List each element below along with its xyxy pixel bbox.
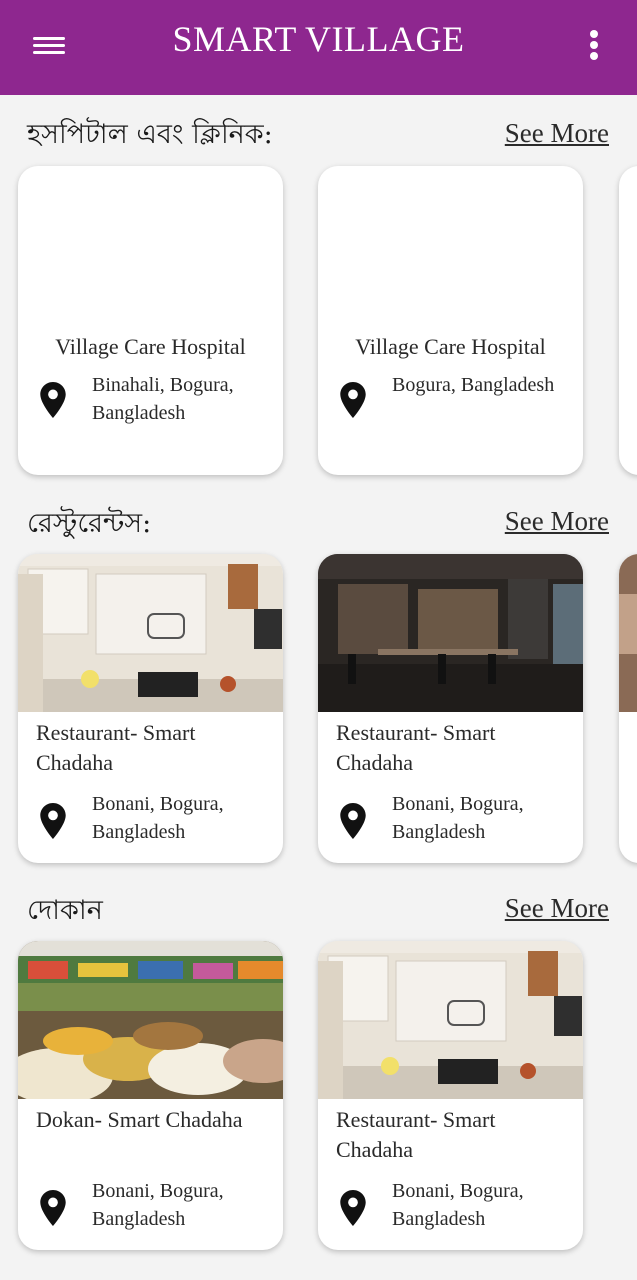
restaurant-card-peek[interactable]	[619, 554, 637, 863]
location-pin-icon	[40, 1190, 66, 1226]
card-name: Village Care Hospital	[55, 334, 246, 359]
see-more-hospitals-link[interactable]: See More	[505, 118, 609, 149]
card-name: Restaurant- Smart Chadaha	[336, 1107, 496, 1162]
restaurant-card[interactable]: Restaurant- Smart Chadaha Bonani, Bogura…	[18, 554, 283, 863]
more-vert-icon[interactable]	[586, 28, 602, 64]
restaurant-card[interactable]: Restaurant- Smart Chadaha Bonani, Bogura…	[318, 554, 583, 863]
restaurant-kitchen-image	[318, 941, 583, 1099]
shop-card[interactable]: Restaurant- Smart Chadaha Bonani, Bogura…	[318, 941, 583, 1250]
card-address: Bogura, Bangladesh	[392, 374, 555, 396]
section-title-hospitals: হসপিটাল এবং ক্লিনিক:	[27, 119, 273, 150]
app-bar: SMART VILLAGE	[0, 0, 637, 95]
location-pin-icon	[40, 803, 66, 839]
location-pin-icon	[340, 1190, 366, 1226]
restaurant-interior-image	[318, 554, 583, 712]
card-address: Bonani, Bogura, Bangladesh	[92, 793, 224, 843]
card-address: Bonani, Bogura, Bangladesh	[392, 1180, 524, 1230]
hospital-card[interactable]: Village Care Hospital Binahali, Bogura, …	[18, 166, 283, 475]
card-name: Village Care Hospital	[355, 334, 546, 359]
see-more-shops-link[interactable]: See More	[505, 893, 609, 924]
restaurant-peek-image	[619, 554, 637, 712]
card-name: Dokan- Smart Chadaha	[36, 1107, 243, 1132]
card-address: Bonani, Bogura, Bangladesh	[92, 1180, 224, 1230]
app-title: SMART VILLAGE	[172, 19, 465, 59]
card-name: Restaurant- Smart Chadaha	[336, 720, 496, 775]
restaurant-kitchen-image	[18, 554, 283, 712]
shop-grocery-image	[18, 941, 283, 1099]
location-pin-icon	[340, 803, 366, 839]
location-pin-icon	[40, 382, 66, 418]
shop-card[interactable]: Dokan- Smart Chadaha Bonani, Bogura, Ban…	[18, 941, 283, 1250]
location-pin-icon	[340, 382, 366, 418]
see-more-restaurants-link[interactable]: See More	[505, 506, 609, 537]
card-address: Binahali, Bogura, Bangladesh	[92, 374, 234, 424]
card-name: Restaurant- Smart Chadaha	[36, 720, 196, 775]
hospital-card-peek[interactable]	[619, 166, 637, 475]
section-title-shops: দোকান	[27, 895, 103, 926]
hospital-card[interactable]: Village Care Hospital Bogura, Bangladesh	[318, 166, 583, 475]
card-address: Bonani, Bogura, Bangladesh	[392, 793, 524, 843]
section-title-restaurants: রেস্টুরেন্টস:	[27, 508, 152, 539]
